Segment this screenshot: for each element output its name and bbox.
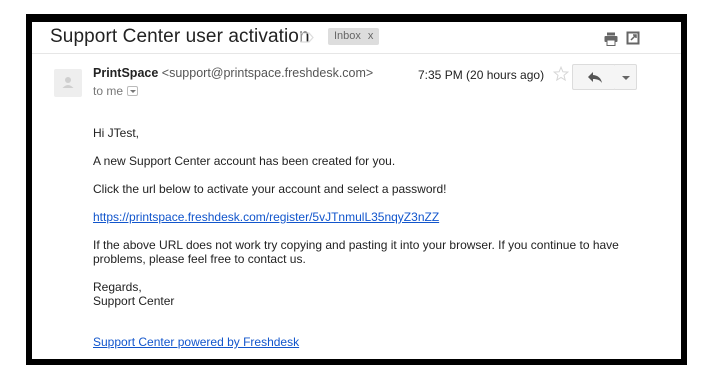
sender-line: PrintSpace <support@printspace.freshdesk… (93, 66, 373, 80)
message-timestamp: 7:35 PM (20 hours ago) (418, 68, 545, 82)
sender-email: <support@printspace.freshdesk.com> (161, 66, 374, 80)
recipient-line: to me (93, 84, 139, 98)
body-regards: Regards, (93, 280, 142, 294)
print-icon[interactable] (604, 32, 618, 46)
reply-button[interactable] (572, 64, 616, 90)
inbox-label[interactable]: Inbox x (328, 28, 380, 45)
label-tag-icon[interactable] (300, 32, 314, 43)
body-signoff: Support Center (93, 294, 175, 308)
chevron-down-icon[interactable] (127, 86, 139, 96)
reply-icon (588, 72, 602, 83)
body-paragraph: Click the url below to activate your acc… (93, 182, 447, 196)
activation-link[interactable]: https://printspace.freshdesk.com/registe… (93, 210, 641, 224)
body-paragraph: A new Support Center account has been cr… (93, 154, 396, 168)
new-window-icon[interactable] (626, 31, 640, 45)
person-icon (62, 77, 74, 88)
body-paragraph: If the above URL does not work try copyi… (93, 238, 619, 266)
email-subject: Support Center user activation (50, 26, 310, 47)
screenshot-frame: Support Center user activation Inbox x P… (26, 14, 687, 365)
sender-avatar (54, 69, 82, 97)
inbox-label-text: Inbox (334, 30, 361, 42)
body-greeting: Hi JTest, (93, 126, 140, 140)
subject-row: Support Center user activation Inbox x (32, 22, 681, 54)
star-icon[interactable] (553, 66, 569, 82)
remove-label-button[interactable]: x (368, 30, 374, 42)
email-view: Support Center user activation Inbox x P… (32, 22, 681, 359)
more-options-button[interactable] (615, 64, 637, 90)
sender-name[interactable]: PrintSpace (93, 66, 158, 80)
recipient-text: to me (93, 84, 124, 98)
freshdesk-footer-link[interactable]: Support Center powered by Freshdesk (93, 335, 641, 349)
